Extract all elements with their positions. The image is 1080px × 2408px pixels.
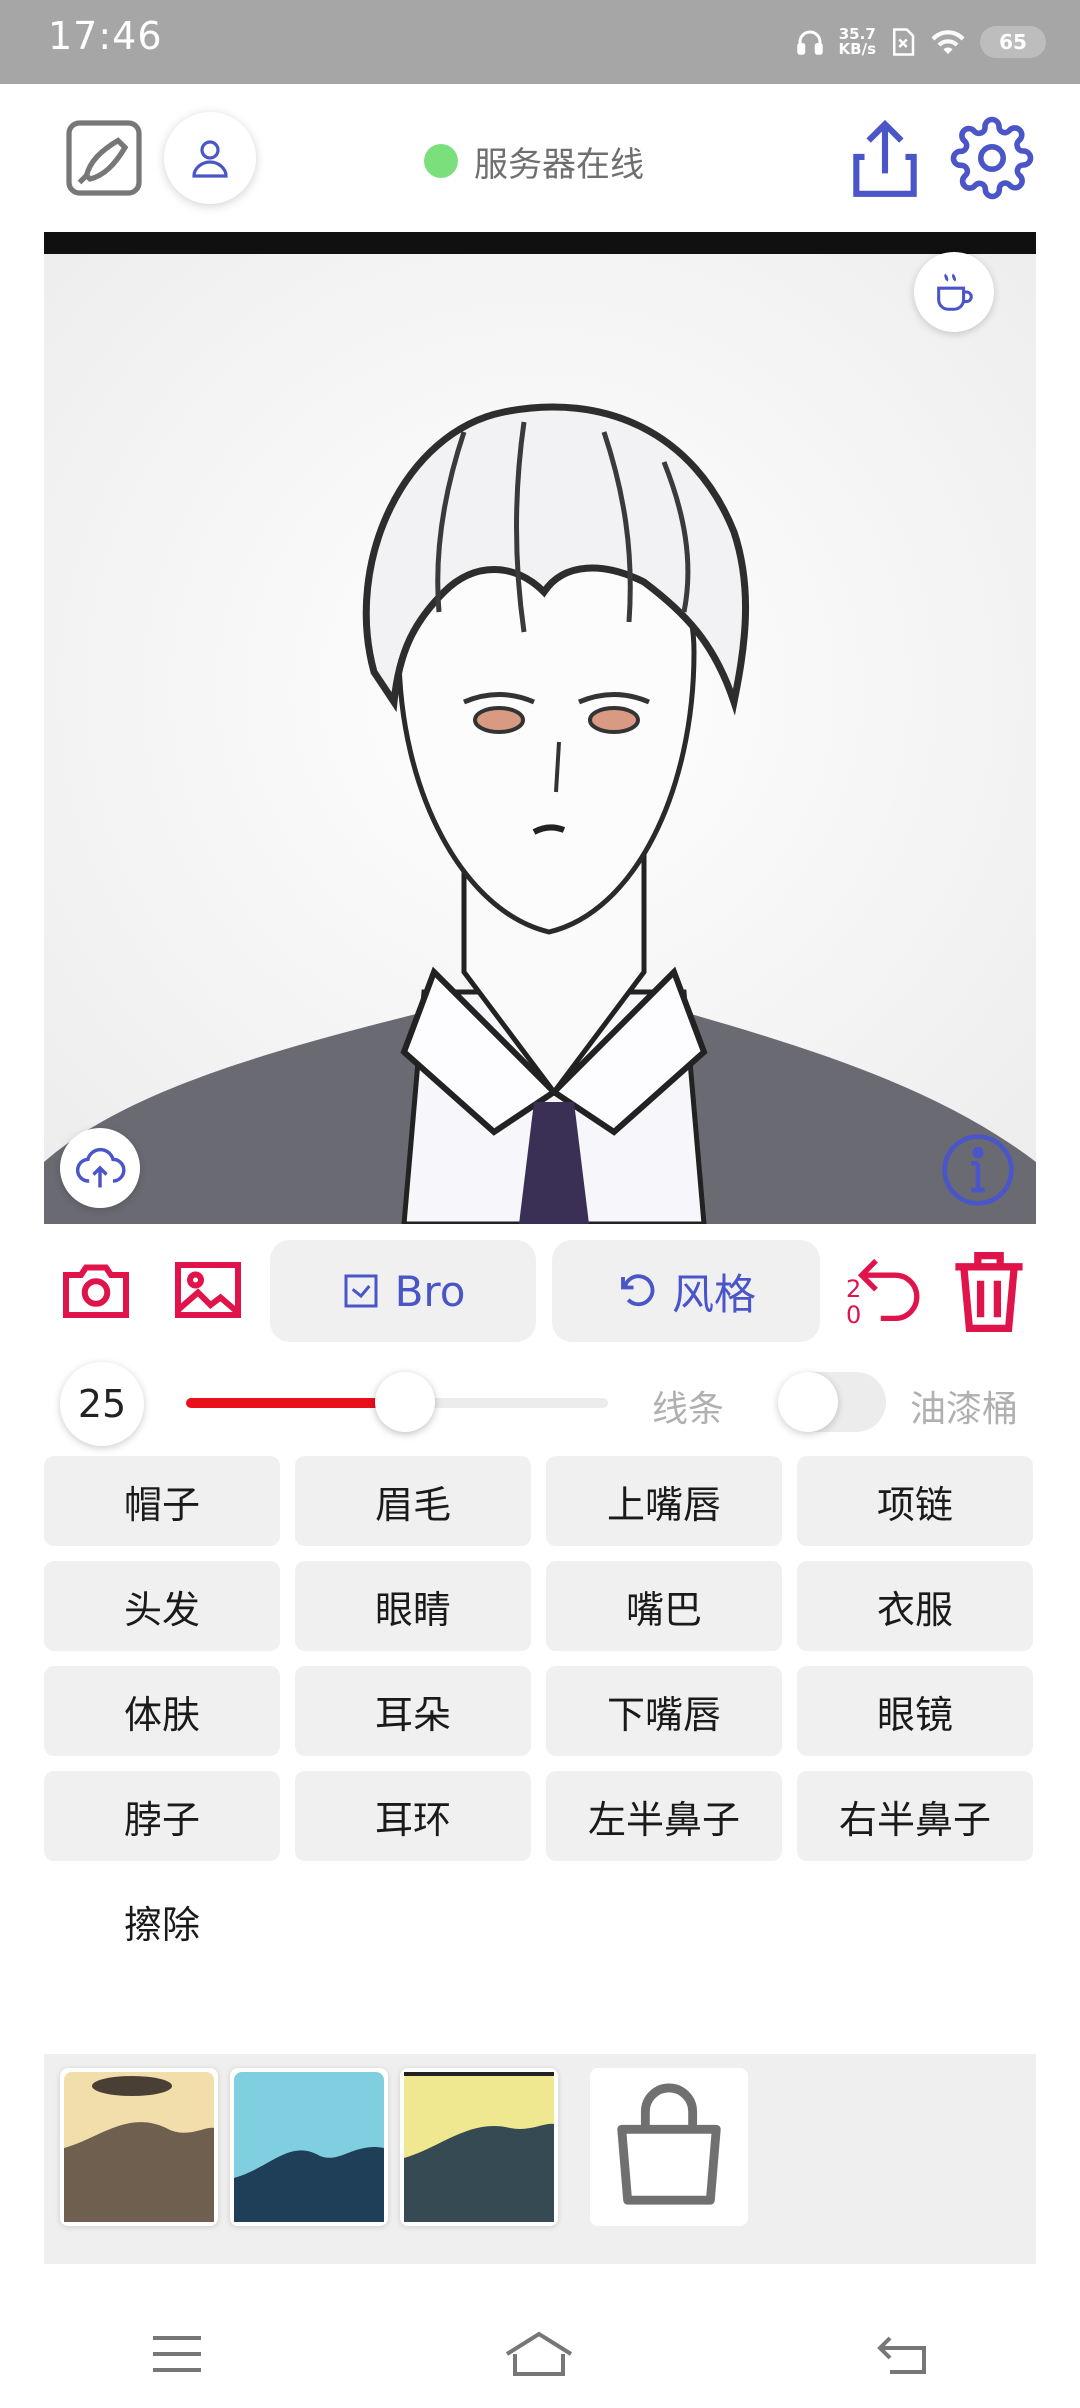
back-icon[interactable]	[873, 2332, 931, 2376]
status-time: 17:46	[48, 14, 163, 58]
part-button[interactable]: 脖子	[44, 1771, 280, 1861]
brush-size-slider-thumb[interactable]	[375, 1372, 436, 1432]
server-status: 服务器在线	[424, 136, 644, 186]
camera-icon	[63, 1264, 129, 1318]
draw-mode-button[interactable]	[60, 114, 148, 202]
delete-button[interactable]	[946, 1248, 1032, 1336]
style-label: 风格	[671, 1269, 756, 1319]
part-button[interactable]: 左半鼻子	[546, 1771, 782, 1861]
server-status-label: 服务器在线	[474, 144, 644, 185]
style-swatch[interactable]	[230, 2068, 388, 2226]
style-button[interactable]: 风格	[552, 1240, 820, 1342]
status-icons: 35.7 KB/s 65	[795, 20, 1046, 64]
brush-label: Bro	[394, 1266, 466, 1316]
user-icon	[192, 140, 228, 178]
part-button[interactable]: 下嘴唇	[546, 1666, 782, 1756]
battery-level: 65	[980, 26, 1046, 58]
part-button[interactable]: 耳环	[295, 1771, 531, 1861]
part-button[interactable]: 上嘴唇	[546, 1456, 782, 1546]
trash-icon	[955, 1251, 1023, 1333]
part-button[interactable]: 体肤	[44, 1666, 280, 1756]
part-button[interactable]: 右半鼻子	[797, 1771, 1033, 1861]
wifi-icon	[931, 30, 965, 54]
style-swatch[interactable]	[60, 2068, 218, 2226]
info-icon	[942, 1134, 1014, 1206]
brush-select-button[interactable]: Bro	[270, 1240, 536, 1342]
part-button[interactable]: 头发	[44, 1561, 280, 1651]
swatch-thumbnail	[64, 2072, 214, 2222]
part-button[interactable]: 嘴巴	[546, 1561, 782, 1651]
cloud-upload-button[interactable]	[60, 1128, 140, 1208]
part-button[interactable]: 衣服	[797, 1561, 1033, 1651]
part-button[interactable]: 眉毛	[295, 1456, 531, 1546]
share-button[interactable]	[846, 114, 924, 204]
fill-mode-toggle-knob[interactable]	[778, 1372, 838, 1432]
part-button[interactable]: 耳朵	[295, 1666, 531, 1756]
undo-count-bottom: 0	[846, 1301, 862, 1329]
style-shop-button[interactable]	[590, 2068, 748, 2226]
part-button[interactable]: 眼镜	[797, 1666, 1033, 1756]
image-icon	[175, 1262, 241, 1318]
sim-off-icon	[893, 28, 915, 56]
cloud-upload-icon	[75, 1147, 126, 1188]
network-speed: 35.7 KB/s	[838, 25, 876, 58]
undo-icon	[857, 1258, 920, 1322]
swatch-thumbnail	[234, 2072, 384, 2222]
style-swatch[interactable]	[400, 2068, 558, 2226]
coffee-icon	[937, 273, 973, 311]
headphones-icon	[796, 30, 823, 55]
settings-icon	[950, 116, 1034, 200]
part-button[interactable]: 帽子	[44, 1456, 280, 1546]
rotate-icon	[621, 1274, 655, 1307]
coffee-button[interactable]	[914, 252, 994, 332]
system-nav-bar	[0, 2300, 1080, 2408]
settings-button[interactable]	[948, 114, 1036, 202]
brush-size-slider-fill	[186, 1398, 406, 1408]
part-button[interactable]: 项链	[797, 1456, 1033, 1546]
gallery-button[interactable]	[168, 1250, 248, 1330]
camera-button[interactable]	[56, 1250, 136, 1330]
line-mode-label: 线条	[652, 1389, 725, 1430]
share-icon	[853, 119, 917, 197]
drawing-canvas[interactable]	[44, 232, 1036, 1224]
swatch-thumbnail	[404, 2072, 554, 2222]
generated-portrait	[44, 254, 1036, 1224]
part-button[interactable]: 眼睛	[295, 1561, 531, 1651]
style-palette	[44, 2054, 1036, 2264]
status-bar: 17:46 35.7 KB/s 65	[0, 0, 1080, 84]
checkbox-icon	[344, 1274, 378, 1308]
brush-size-value: 25	[60, 1362, 144, 1446]
user-button[interactable]	[164, 112, 256, 204]
info-button[interactable]	[936, 1128, 1020, 1212]
erase-button[interactable]: 擦除	[44, 1876, 280, 1966]
server-status-dot	[424, 144, 458, 178]
undo-button[interactable]: 2 0	[838, 1250, 922, 1334]
home-icon[interactable]	[503, 2329, 575, 2379]
part-grid: 帽子 眉毛 上嘴唇 项链 头发 眼睛 嘴巴 衣服 体肤 耳朵 下嘴唇 眼镜 脖子…	[44, 1456, 1036, 1966]
draw-mode-icon	[66, 120, 142, 196]
undo-count-top: 2	[846, 1275, 862, 1303]
menu-icon[interactable]	[149, 2332, 205, 2376]
fill-mode-label: 油漆桶	[910, 1389, 1019, 1430]
bag-icon	[617, 2083, 721, 2205]
